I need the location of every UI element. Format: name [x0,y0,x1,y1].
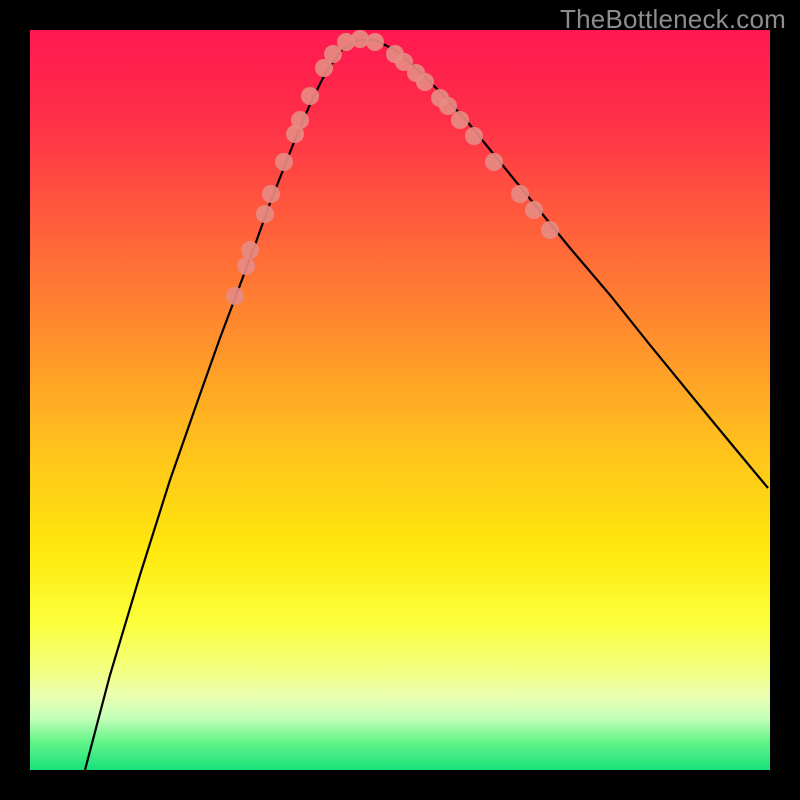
marker-group [226,30,559,305]
data-marker [275,153,293,171]
data-marker [291,111,309,129]
data-marker [511,185,529,203]
data-marker [439,97,457,115]
data-marker [465,127,483,145]
data-marker [366,33,384,51]
data-marker [451,111,469,129]
data-marker [237,257,255,275]
data-marker [351,30,369,48]
data-marker [525,201,543,219]
chart-svg [30,30,770,770]
bottleneck-curve [85,40,768,770]
data-marker [262,185,280,203]
watermark-text: TheBottleneck.com [560,4,786,35]
data-marker [241,241,259,259]
data-marker [416,73,434,91]
data-marker [226,287,244,305]
data-marker [256,205,274,223]
data-marker [301,87,319,105]
chart-frame [30,30,770,770]
data-marker [541,221,559,239]
data-marker [485,153,503,171]
